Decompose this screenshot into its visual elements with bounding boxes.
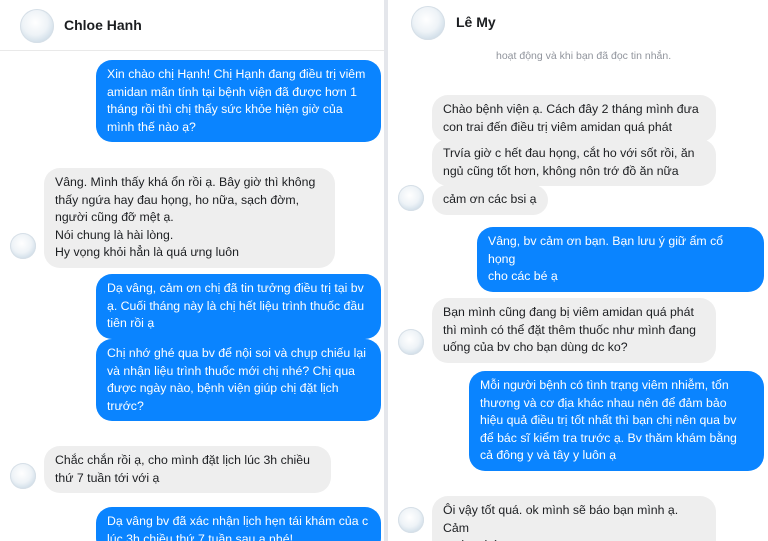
message-bubble[interactable]: Chắc chắn rồi ạ, cho mình đặt lịch lúc 3… (44, 446, 331, 493)
message-bubble[interactable]: Vâng, bv cảm ơn bạn. Bạn lưu ý giữ ấm cổ… (477, 227, 764, 292)
message-bubble[interactable]: Chị nhớ ghé qua bv để nội soi và chụp ch… (96, 339, 381, 421)
message-bubble[interactable]: Dạ vâng bv đã xác nhận lịch hẹn tái khám… (96, 507, 381, 541)
message-bubble[interactable]: Ôi vậy tốt quá. ok mình sẽ báo bạn mình … (432, 496, 716, 541)
read-status-text: hoạt động và khi bạn đã đọc tin nhắn. (496, 50, 672, 62)
message-bubble[interactable]: Xin chào chị Hạnh! Chị Hạnh đang điều tr… (96, 60, 381, 142)
chat-header: Chloe Hanh (0, 0, 384, 51)
left-chat-panel: Chloe Hanh Xin chào chị Hạnh! Chị Hạnh đ… (0, 0, 384, 541)
message-bubble[interactable]: Dạ vâng, cảm ơn chị đã tin tưởng điều tr… (96, 274, 381, 339)
contact-avatar (398, 329, 424, 355)
message-bubble[interactable]: Bạn mình cũng đang bị viêm amidan quá ph… (432, 298, 716, 363)
right-chat-panel: Lê My hoạt động và khi bạn đã đọc tin nh… (388, 0, 768, 541)
chat-header: Lê My (388, 0, 768, 44)
contact-avatar (10, 463, 36, 489)
message-bubble[interactable]: cảm ơn các bsi ạ (432, 185, 548, 215)
contact-name[interactable]: Chloe Hanh (64, 17, 142, 33)
contact-avatar (398, 185, 424, 211)
contact-name[interactable]: Lê My (456, 14, 496, 30)
contact-avatar (10, 233, 36, 259)
contact-avatar[interactable] (20, 9, 54, 43)
message-bubble[interactable]: Trvía giờ c hết đau họng, cắt ho với sốt… (432, 139, 716, 186)
message-bubble[interactable]: Chào bệnh viện ạ. Cách đây 2 tháng mình … (432, 95, 716, 142)
message-bubble[interactable]: Vâng. Mình thấy khá ổn rồi ạ. Bây giờ th… (44, 168, 335, 268)
contact-avatar (398, 507, 424, 533)
message-bubble[interactable]: Mỗi người bệnh có tình trạng viêm nhiễm,… (469, 371, 764, 471)
contact-avatar[interactable] (411, 6, 445, 40)
